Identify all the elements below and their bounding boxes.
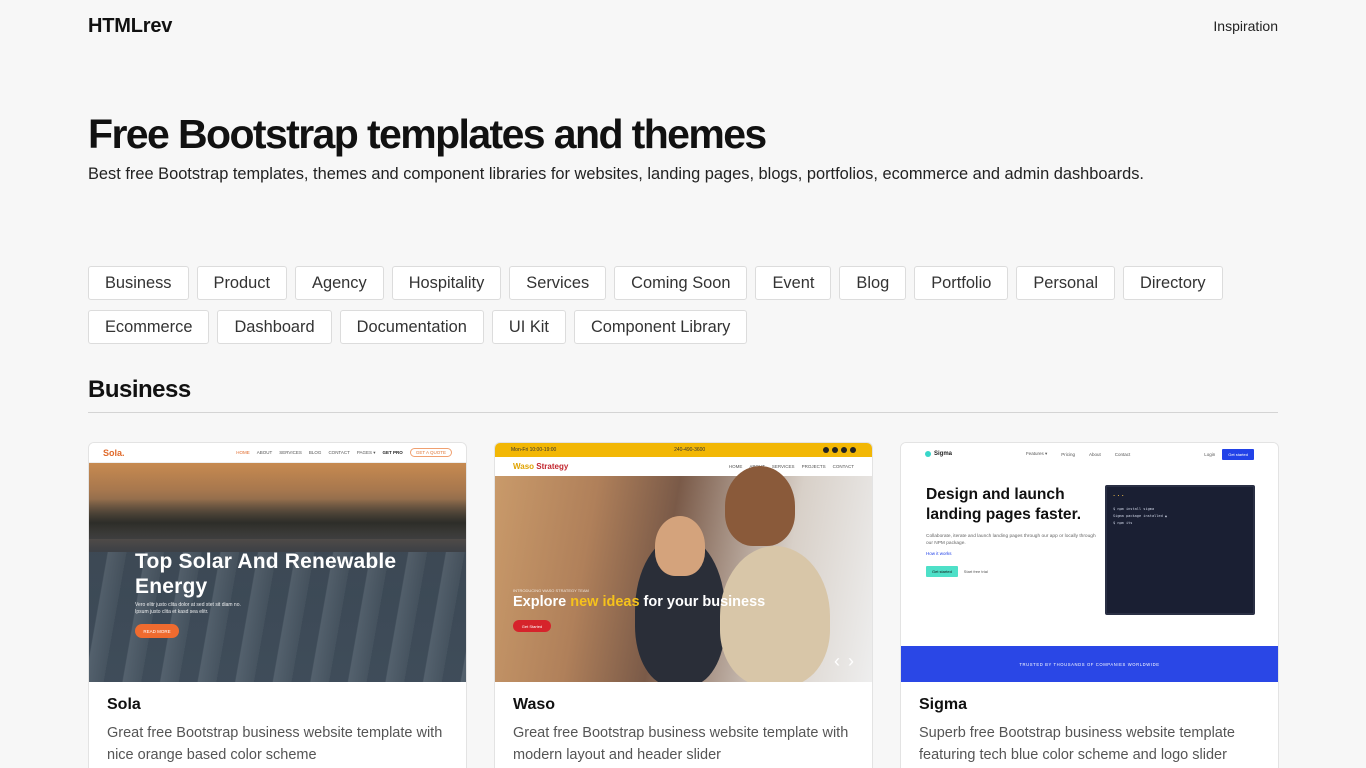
thumb-terminal: • • • $ npm install sigma Sigma package … xyxy=(1105,485,1255,615)
terminal-dots-icon: • • • xyxy=(1113,494,1124,498)
template-thumbnail[interactable]: Sigma Features ▾ Pricing About Contact L… xyxy=(901,443,1278,682)
thumb-nav-item: HOME xyxy=(728,464,743,469)
card-description: Great free Bootstrap business website te… xyxy=(513,725,849,763)
thumb-nav-item: Pricing xyxy=(1061,451,1075,457)
headline-accent: new ideas xyxy=(570,594,640,610)
photo-person xyxy=(725,466,795,546)
tag-coming-soon[interactable]: Coming Soon xyxy=(614,266,748,300)
thumb-nav-item: BLOG xyxy=(308,450,322,455)
thumb-nav-item: CONTACT xyxy=(328,450,350,455)
site-logo[interactable]: HTMLrev xyxy=(88,15,172,38)
tag-agency[interactable]: Agency xyxy=(295,266,384,300)
thumb-hero-image: INTRODUCING WASO STRATEGY TEAM Explore n… xyxy=(495,466,872,682)
thumb-logo-part: Waso xyxy=(513,462,537,471)
thumb-logo-part: Strategy xyxy=(536,462,569,471)
thumb-hero-image: Top Solar And Renewable Energy Vero elit… xyxy=(89,463,466,682)
terminal-line: Sigma package installed ▲ xyxy=(1113,514,1168,518)
template-card-waso[interactable]: Mon-Fri 10:00-19:00 240-490-3600 Waso St… xyxy=(494,442,873,768)
tag-event[interactable]: Event xyxy=(755,266,832,300)
page-title: Free Bootstrap templates and themes xyxy=(88,111,767,157)
thumb-nav-item: PAGES ▾ xyxy=(356,449,376,455)
thumb-cta: Get Started xyxy=(513,620,551,632)
thumb-nav-item: PROJECTS xyxy=(801,464,826,469)
card-description: Superb free Bootstrap business website t… xyxy=(919,725,1235,763)
thumb-navbar: Sigma Features ▾ Pricing About Contact L… xyxy=(901,443,1278,465)
thumb-logo-text: Sigma xyxy=(934,451,953,457)
thumb-subtext: Vero elitr justo clita dolor at sed stet… xyxy=(135,602,241,615)
terminal-line: $ npm install sigma xyxy=(1113,507,1155,511)
thumb-login: Login xyxy=(1204,451,1216,457)
thumb-logo-band: TRUSTED BY THOUSANDS OF COMPANIES WORLDW… xyxy=(901,646,1278,682)
thumb-nav-links: HOME ABOUT SERVICES BLOG CONTACT PAGES ▾… xyxy=(236,448,452,457)
thumb-logo: Sigma xyxy=(925,451,952,457)
thumb-hours: Mon-Fri 10:00-19:00 xyxy=(511,447,557,453)
thumb-nav-item: HOME xyxy=(236,450,250,455)
slider-arrows: ‹ › xyxy=(834,651,854,672)
thumb-cta-secondary: Start free trial xyxy=(963,569,988,574)
sigma-logo-icon xyxy=(925,451,931,457)
template-thumbnail[interactable]: Mon-Fri 10:00-19:00 240-490-3600 Waso St… xyxy=(495,443,872,682)
tag-component-library[interactable]: Component Library xyxy=(573,310,748,344)
card-title[interactable]: Waso xyxy=(513,696,854,714)
thumb-navbar: Sola. HOME ABOUT SERVICES BLOG CONTACT P… xyxy=(89,443,466,463)
tag-directory[interactable]: Directory xyxy=(1123,266,1223,300)
chevron-right-icon: › xyxy=(848,651,854,671)
thumb-phone: 240-490-3600 xyxy=(674,447,706,453)
tag-ui-kit[interactable]: UI Kit xyxy=(491,310,566,344)
thumb-navbar: Waso Strategy HOME ABOUT SERVICES PROJEC… xyxy=(495,457,872,476)
thumb-cta: READ MORE xyxy=(135,624,179,638)
thumb-nav-item: CONTACT xyxy=(832,464,854,469)
headline-part: for your business xyxy=(639,594,766,610)
section-title-business: Business xyxy=(88,376,191,403)
tag-product[interactable]: Product xyxy=(196,266,288,300)
card-title[interactable]: Sola xyxy=(107,696,448,714)
template-card-sola[interactable]: Sola. HOME ABOUT SERVICES BLOG CONTACT P… xyxy=(88,442,467,768)
tag-hospitality[interactable]: Hospitality xyxy=(391,266,502,300)
page-subtitle: Best free Bootstrap templates, themes an… xyxy=(88,165,1144,183)
thumb-headline: Top Solar And Renewable Energy xyxy=(135,550,397,598)
tag-dashboard[interactable]: Dashboard xyxy=(217,310,332,344)
thumb-nav-item: Features ▾ xyxy=(1025,451,1048,456)
card-title[interactable]: Sigma xyxy=(919,696,1260,714)
thumb-nav-links: Features ▾ Pricing About Contact xyxy=(1026,451,1130,457)
thumb-nav-button: Get started xyxy=(1222,448,1254,460)
thumb-cta: Get started xyxy=(926,566,958,577)
card-description: Great free Bootstrap business website te… xyxy=(107,725,443,763)
chevron-left-icon: ‹ xyxy=(834,651,840,671)
section-divider xyxy=(88,412,1278,413)
hero-section: Free Bootstrap templates and themes Best… xyxy=(88,110,1278,185)
tag-portfolio[interactable]: Portfolio xyxy=(914,266,1009,300)
thumb-link: How it works xyxy=(926,551,952,556)
tag-services[interactable]: Services xyxy=(509,266,607,300)
thumb-kicker: INTRODUCING WASO STRATEGY TEAM xyxy=(513,588,589,593)
tag-business[interactable]: Business xyxy=(88,266,189,300)
thumb-nav-item: ABOUT xyxy=(256,450,273,455)
thumb-nav-item: SERVICES xyxy=(279,450,302,455)
template-thumbnail[interactable]: Sola. HOME ABOUT SERVICES BLOG CONTACT P… xyxy=(89,443,466,682)
thumb-nav-item: About xyxy=(1088,451,1101,457)
nav-link-inspiration[interactable]: Inspiration xyxy=(1213,18,1278,34)
thumb-logo: Sola. xyxy=(103,447,125,458)
tag-ecommerce[interactable]: Ecommerce xyxy=(88,310,210,344)
tag-documentation[interactable]: Documentation xyxy=(339,310,484,344)
thumb-subtext: Collaborate, iterate and launch landing … xyxy=(926,534,1096,546)
thumb-headline: Explore new ideas for your business xyxy=(513,593,765,612)
thumb-nav-item: Contact xyxy=(1114,451,1131,457)
thumb-headline: Design and launch landing pages faster. xyxy=(926,486,1082,523)
tag-personal[interactable]: Personal xyxy=(1016,266,1116,300)
thumb-topbar: Mon-Fri 10:00-19:00 240-490-3600 xyxy=(495,443,872,457)
category-tags: Business Product Agency Hospitality Serv… xyxy=(88,266,1278,344)
thumb-nav-button: GET A QUOTE xyxy=(409,448,452,457)
tag-blog[interactable]: Blog xyxy=(839,266,907,300)
terminal-line: $ npm its xyxy=(1113,521,1133,525)
thumb-nav-item: GET PRO xyxy=(382,450,403,455)
thumb-logo: Waso Strategy xyxy=(513,462,568,471)
template-card-sigma[interactable]: Sigma Features ▾ Pricing About Contact L… xyxy=(900,442,1279,768)
photo-person-face xyxy=(655,516,705,576)
top-navbar: HTMLrev Inspiration xyxy=(88,14,1278,38)
headline-part: Explore xyxy=(513,594,571,610)
thumb-nav-item: SERVICES xyxy=(771,464,795,469)
social-icons xyxy=(822,447,856,453)
